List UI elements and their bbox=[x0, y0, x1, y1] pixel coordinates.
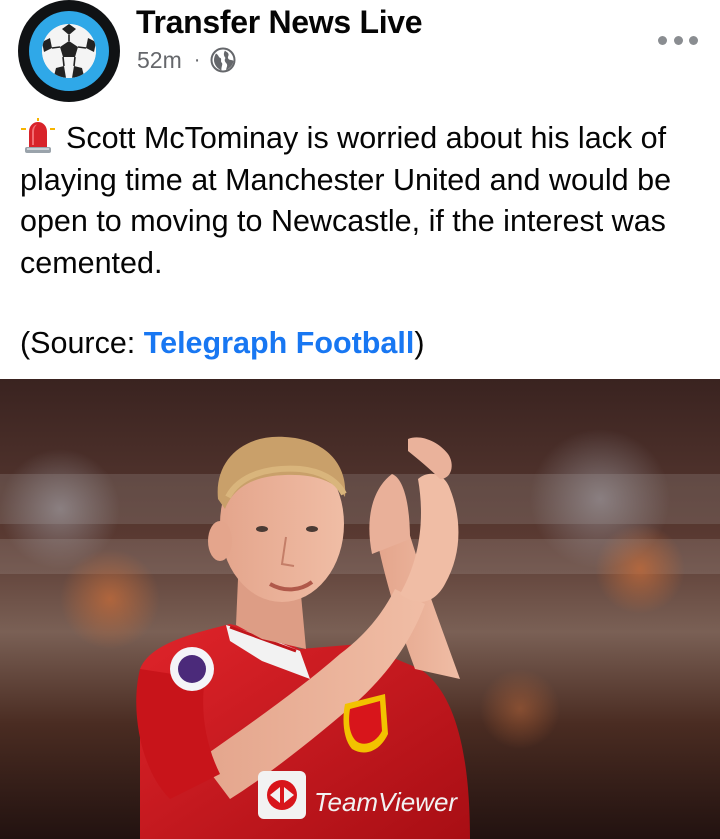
more-dot-icon bbox=[658, 35, 667, 45]
player-applauding-photo: TeamViewer bbox=[0, 379, 720, 839]
more-options-button[interactable] bbox=[658, 30, 698, 50]
shirt-sponsor-text: TeamViewer bbox=[314, 787, 458, 817]
globe-icon[interactable] bbox=[210, 47, 236, 73]
post-photo[interactable]: TeamViewer bbox=[0, 379, 720, 839]
post-text: Scott McTominay is worried about his lac… bbox=[20, 118, 710, 284]
more-dot-icon bbox=[689, 35, 698, 45]
source-prefix: (Source: bbox=[20, 326, 144, 360]
source-link[interactable]: Telegraph Football bbox=[144, 326, 415, 360]
facebook-post: Transfer News Live 52m · Scott McTominay… bbox=[0, 0, 720, 839]
police-siren-icon bbox=[21, 118, 55, 153]
post-body-text: Scott McTominay is worried about his lac… bbox=[20, 121, 672, 280]
post-meta: 52m · bbox=[137, 46, 236, 74]
page-avatar[interactable] bbox=[18, 0, 120, 102]
meta-separator: · bbox=[193, 48, 201, 71]
post-header: Transfer News Live 52m · bbox=[0, 0, 720, 110]
source-suffix: ) bbox=[414, 326, 425, 360]
post-timestamp[interactable]: 52m bbox=[137, 47, 182, 74]
more-dot-icon bbox=[673, 35, 683, 45]
page-name[interactable]: Transfer News Live bbox=[136, 4, 423, 41]
soccer-ball-icon bbox=[42, 24, 96, 78]
source-line: (Source: Telegraph Football) bbox=[20, 322, 424, 364]
